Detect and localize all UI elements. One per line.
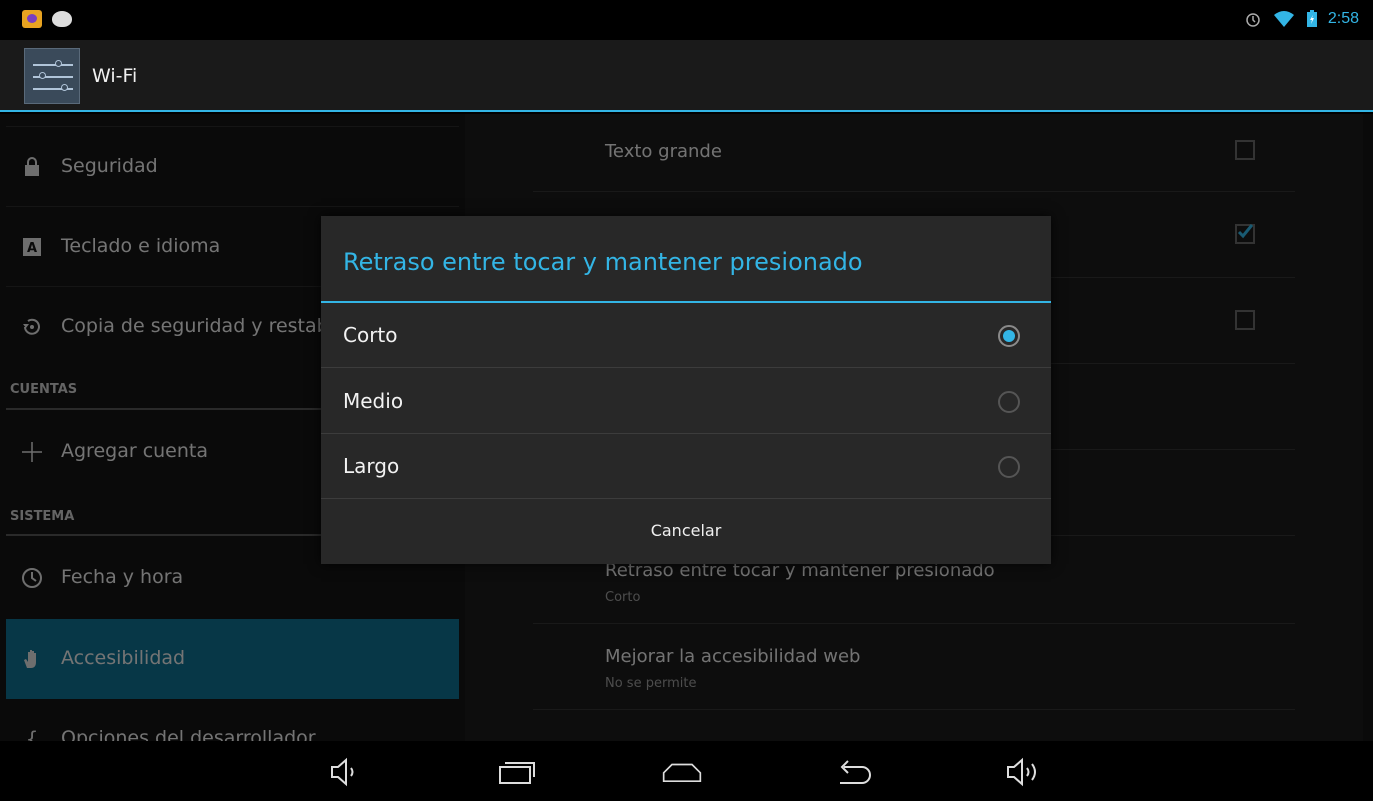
recent-apps-icon[interactable] [496, 755, 536, 789]
option-medium[interactable]: Medio [321, 369, 1051, 434]
dialog-title: Retraso entre tocar y mantener presionad… [343, 248, 863, 276]
volume-down-icon[interactable] [326, 755, 366, 789]
status-bar: 2:58 [0, 0, 1373, 40]
app-notification-icon [22, 10, 42, 28]
option-short[interactable]: Corto [321, 303, 1051, 368]
touch-delay-dialog: Retraso entre tocar y mantener presionad… [321, 216, 1051, 564]
action-bar-title[interactable]: Wi-Fi [92, 65, 137, 87]
option-label: Medio [343, 389, 404, 413]
option-label: Largo [343, 454, 400, 478]
back-icon[interactable] [834, 755, 874, 789]
wifi-icon [1273, 11, 1294, 27]
battery-icon [1306, 10, 1317, 27]
radio-selected[interactable] [998, 325, 1020, 347]
system-nav-bar [0, 741, 1373, 801]
volume-up-icon[interactable] [1004, 755, 1044, 789]
clock-text: 2:58 [1327, 10, 1359, 27]
option-long[interactable]: Largo [321, 434, 1051, 499]
cancel-button[interactable]: Cancelar [321, 499, 1051, 564]
action-bar: Wi-Fi [0, 40, 1373, 112]
android-notification-icon [52, 11, 72, 27]
cancel-label: Cancelar [650, 521, 722, 540]
option-label: Corto [343, 323, 398, 347]
alarm-icon [1246, 13, 1260, 27]
radio-unselected[interactable] [998, 456, 1020, 478]
radio-unselected[interactable] [998, 391, 1020, 413]
settings-icon[interactable] [24, 48, 80, 104]
home-icon[interactable] [662, 755, 702, 789]
